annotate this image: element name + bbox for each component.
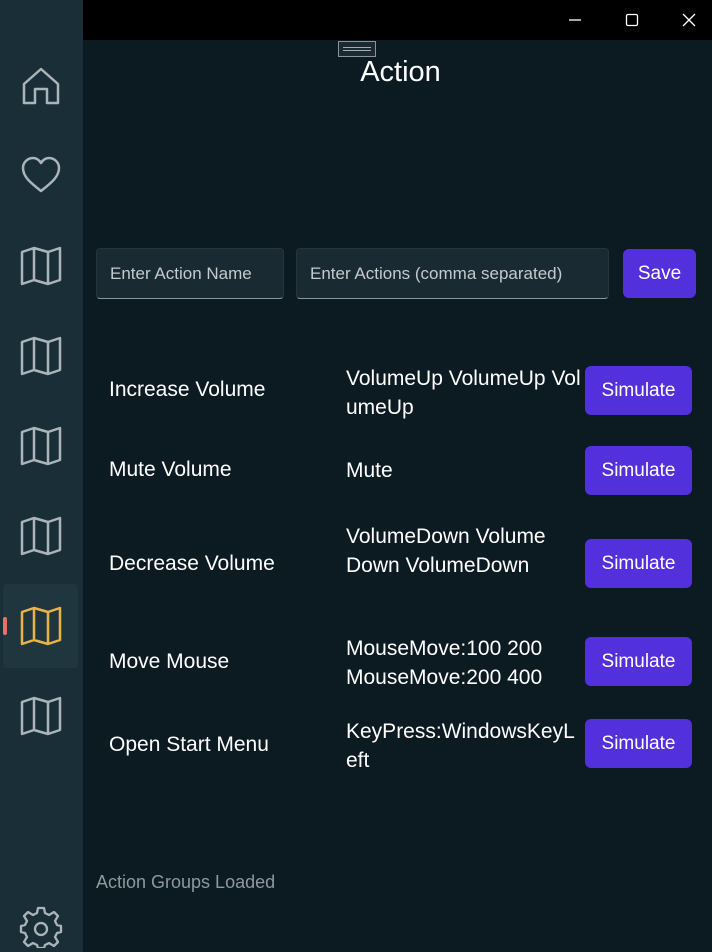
close-button[interactable] (661, 0, 712, 40)
simulate-button[interactable]: Simulate (585, 446, 692, 495)
nav-item-settings[interactable] (3, 884, 78, 952)
nav-item-home[interactable] (3, 44, 78, 128)
action-name-input[interactable] (96, 248, 284, 299)
title-bar (83, 0, 712, 40)
save-button[interactable]: Save (623, 249, 696, 298)
sidebar (0, 0, 83, 952)
page-title: Action (360, 56, 441, 88)
nav-item-map-2[interactable] (3, 314, 78, 398)
action-name: Decrease Volume (109, 552, 275, 575)
action-keys: MouseMove:100 200 MouseMove:200 400 (346, 637, 543, 689)
action-name: Open Start Menu (109, 733, 269, 756)
status-text: Action Groups Loaded (96, 872, 276, 892)
nav-item-map-5[interactable] (3, 674, 78, 758)
action-name: Mute Volume (109, 458, 232, 481)
map-icon (20, 606, 61, 646)
action-keys: Mute (346, 459, 393, 482)
action-keys: KeyPress:WindowsKeyLeft (346, 720, 575, 772)
maximize-icon (625, 13, 639, 27)
simulate-button[interactable]: Simulate (585, 539, 692, 588)
action-name: Move Mouse (109, 650, 230, 673)
drag-handle[interactable] (338, 41, 376, 57)
heart-icon (21, 156, 60, 193)
nav-item-map-1[interactable] (3, 224, 78, 308)
map-icon (20, 426, 61, 466)
minimize-icon (569, 19, 581, 21)
close-icon (682, 13, 696, 27)
home-icon (22, 67, 59, 105)
map-icon (20, 336, 61, 376)
nav-item-map-3[interactable] (3, 404, 78, 488)
action-name: Increase Volume (109, 378, 266, 401)
map-icon (20, 696, 61, 736)
gear-icon (19, 906, 62, 948)
simulate-button[interactable]: Simulate (585, 719, 692, 768)
selection-indicator (3, 617, 7, 635)
nav-item-favorites[interactable] (3, 134, 78, 218)
simulate-button[interactable]: Simulate (585, 637, 692, 686)
actions-input[interactable] (296, 248, 609, 299)
action-keys: VolumeDown VolumeDown VolumeDown (346, 525, 546, 577)
minimize-button[interactable] (547, 0, 603, 40)
action-keys: VolumeUp VolumeUp VolumeUp (346, 367, 581, 419)
map-icon (20, 246, 61, 286)
nav-item-map-4[interactable] (3, 494, 78, 578)
nav-item-map-actions[interactable] (3, 584, 78, 668)
maximize-button[interactable] (604, 0, 660, 40)
simulate-button[interactable]: Simulate (585, 366, 692, 415)
map-icon (20, 516, 61, 556)
